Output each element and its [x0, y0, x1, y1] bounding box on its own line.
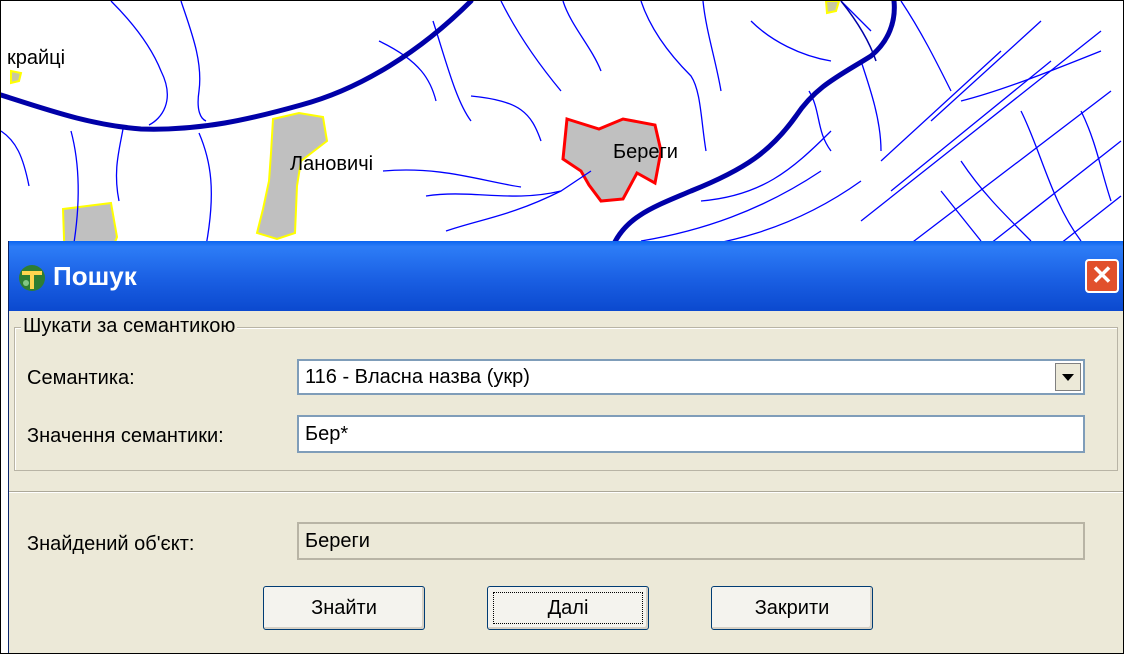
map-label-kraytsi: крайці — [7, 47, 66, 69]
map-label-berehy: Береги — [613, 141, 678, 163]
semantic-value-input[interactable] — [297, 415, 1085, 453]
group-title: Шукати за семантикою — [21, 315, 238, 338]
map-label-lanovychi: Лановичі — [290, 153, 374, 175]
found-object-value: Береги — [305, 530, 370, 552]
close-window-button[interactable]: ✕ — [1085, 259, 1119, 293]
find-button[interactable]: Знайти — [263, 586, 425, 630]
screenshot-frame: крайці Лановичі Береги Пошук ✕ Шукати за… — [0, 0, 1124, 654]
major-river — [1, 1, 897, 249]
dropdown-arrow-button[interactable] — [1055, 363, 1081, 391]
semantic-label: Семантика: — [27, 367, 135, 389]
app-icon — [19, 265, 45, 291]
divider — [9, 491, 1123, 493]
streams — [1, 1, 1122, 252]
settlement-lanovychi[interactable] — [255, 111, 329, 241]
found-object-label: Знайдений об'єкт: — [27, 533, 195, 555]
close-button[interactable]: Закрити — [711, 586, 873, 630]
found-object-field: Береги — [297, 522, 1085, 560]
map-canvas[interactable] — [1, 1, 1124, 271]
settlement-small — [824, 1, 841, 15]
semantic-select[interactable]: 116 - Власна назва (укр) — [297, 359, 1085, 395]
semantic-value-label: Значення семантики: — [27, 425, 224, 447]
semantic-select-value: 116 - Власна назва (укр) — [305, 366, 530, 388]
settlement-small — [10, 69, 23, 85]
next-button-label: Далі — [493, 592, 643, 624]
dialog-title: Пошук — [53, 261, 137, 291]
next-button[interactable]: Далі — [487, 586, 649, 630]
map-view[interactable]: крайці Лановичі Береги — [1, 1, 1124, 271]
close-icon: ✕ — [1091, 260, 1113, 290]
chevron-down-icon — [1062, 374, 1074, 381]
search-dialog: Пошук ✕ Шукати за семантикою Семантика: … — [8, 241, 1123, 653]
dialog-titlebar[interactable]: Пошук ✕ — [9, 241, 1123, 311]
